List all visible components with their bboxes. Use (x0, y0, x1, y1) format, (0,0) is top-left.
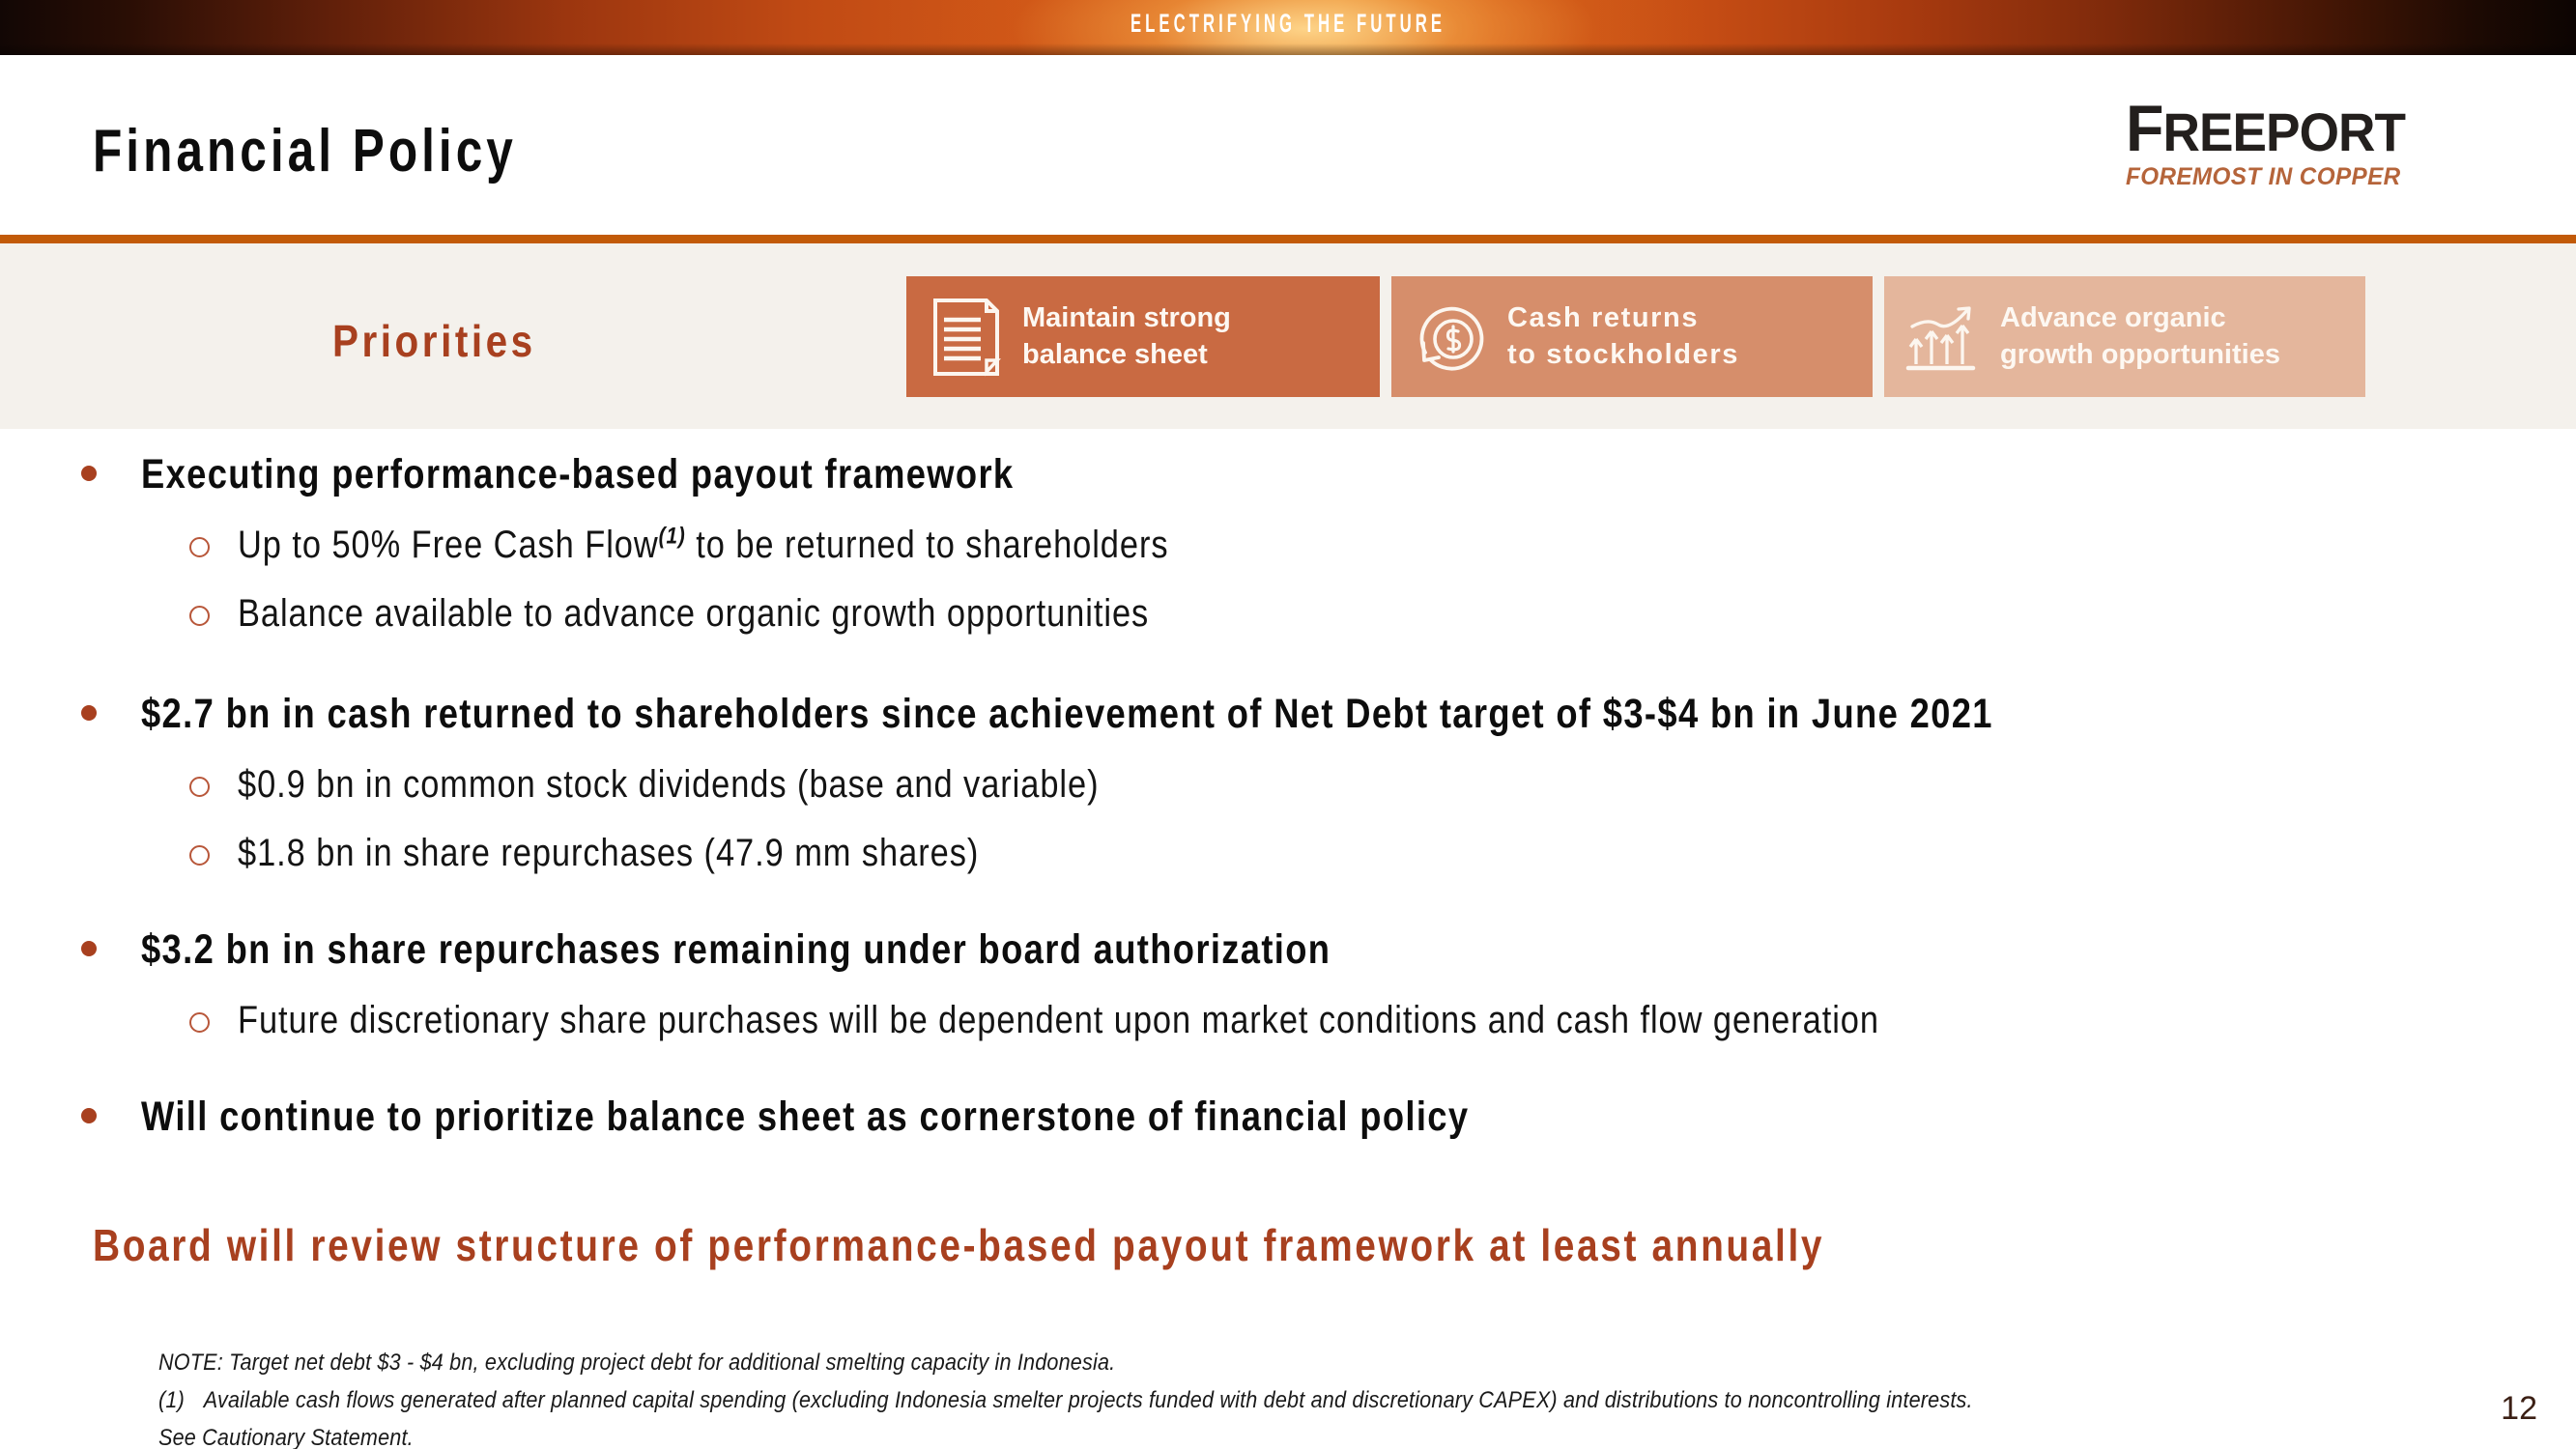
bullet-level2-text: $0.9 bn in common stock dividends (base … (238, 763, 1100, 807)
bullet-level1-text: Will continue to prioritize balance shee… (141, 1094, 1470, 1141)
bullet-level2-text: Future discretionary share purchases wil… (238, 999, 1879, 1042)
footnotes: NOTE: Target net debt $3 - $4 bn, exclud… (158, 1345, 1973, 1449)
document-lines-icon (926, 295, 1007, 380)
priority-boxes: Maintain strong balance sheet Cash retur… (906, 276, 2365, 397)
bullet-level2-text: Up to 50% Free Cash Flow(1) to be return… (238, 524, 1169, 567)
priority-box-balance-sheet[interactable]: Maintain strong balance sheet (906, 276, 1380, 397)
footnote-1: (1) Available cash flows generated after … (158, 1382, 1973, 1420)
cash-return-circle-icon (1411, 295, 1492, 380)
page-title: Financial Policy (93, 118, 517, 185)
footnote-1-marker: (1) (158, 1386, 185, 1413)
bullet-level2-text: $1.8 bn in share repurchases (47.9 mm sh… (238, 832, 980, 875)
bullet-ring-icon (189, 1012, 210, 1034)
priorities-band: Priorities Maintain strong balance sheet… (0, 243, 2576, 429)
title-row: Financial Policy FREEPORT FOREMOST IN CO… (0, 55, 2576, 237)
logo-tagline: FOREMOST IN COPPER (2126, 163, 2401, 190)
bullet-level1-text: $3.2 bn in share repurchases remaining u… (141, 925, 1331, 973)
bullet-level2-text: Balance available to advance organic gro… (238, 592, 1150, 636)
bullet-level1: $3.2 bn in share repurchases remaining u… (0, 920, 2576, 980)
bullet-ring-icon (189, 777, 210, 798)
freeport-logo: FREEPORT FOREMOST IN COPPER (2126, 96, 2512, 191)
priority-box-organic-growth[interactable]: Advance organic growth opportunities (1884, 276, 2365, 397)
bullet-ring-icon (189, 845, 210, 867)
bullet-level1: Will continue to prioritize balance shee… (0, 1087, 2576, 1147)
page-number: 12 (2501, 1390, 2537, 1427)
logo-rest-letters: REEPORT (2162, 101, 2406, 162)
bullet-dot-icon (81, 466, 97, 481)
priority-box-cash-returns[interactable]: Cash returns to stockholders (1391, 276, 1873, 397)
growth-arrows-chart-icon (1903, 295, 1985, 380)
accent-divider (0, 235, 2576, 243)
bullet-dot-icon (81, 704, 97, 721)
footnote-note: NOTE: Target net debt $3 - $4 bn, exclud… (158, 1350, 1116, 1376)
footnote-cautionary: See Cautionary Statement. (158, 1424, 414, 1449)
footnote-1-text: Available cash flows generated after pla… (203, 1386, 1973, 1413)
bullet-level1-text: Executing performance-based payout frame… (141, 451, 1015, 497)
logo-cap-letter: F (2126, 92, 2163, 165)
bullet-level1: $2.7 bn in cash returned to shareholders… (0, 684, 2576, 744)
priority-box-label: Advance organic growth opportunities (2000, 301, 2280, 370)
priorities-label: Priorities (332, 316, 536, 366)
bullet-group: $2.7 bn in cash returned to shareholders… (0, 684, 2576, 881)
bullet-group: Will continue to prioritize balance shee… (0, 1087, 2576, 1147)
bullet-dot-icon (81, 940, 97, 956)
bullet-group: $3.2 bn in share repurchases remaining u… (0, 920, 2576, 1048)
logo-wordmark: FREEPORT (2126, 96, 2493, 161)
top-banner: ELECTRIFYING THE FUTURE (0, 0, 2576, 55)
banner-tagline: ELECTRIFYING THE FUTURE (1130, 9, 1446, 38)
highlight-statement: Board will review structure of performan… (93, 1220, 1825, 1270)
bullet-level2: Future discretionary share purchases wil… (0, 993, 2576, 1048)
bullet-level2: $1.8 bn in share repurchases (47.9 mm sh… (0, 826, 2576, 881)
bullet-body: Executing performance-based payout frame… (0, 444, 2576, 1185)
footnote-ref: (1) (658, 524, 686, 551)
bullet-group: Executing performance-based payout frame… (0, 444, 2576, 641)
priority-box-label: Cash returns to stockholders (1507, 301, 1739, 370)
bullet-level1-text: $2.7 bn in cash returned to shareholders… (141, 690, 1993, 737)
bullet-level2: Up to 50% Free Cash Flow(1) to be return… (0, 518, 2576, 573)
bullet-level1: Executing performance-based payout frame… (0, 444, 2576, 504)
bullet-ring-icon (189, 606, 210, 627)
priority-box-label: Maintain strong balance sheet (1022, 301, 1231, 370)
bullet-level2: $0.9 bn in common stock dividends (base … (0, 757, 2576, 812)
bullet-ring-icon (189, 537, 210, 558)
bullet-dot-icon (81, 1108, 97, 1124)
bullet-level2: Balance available to advance organic gro… (0, 586, 2576, 641)
slide: ELECTRIFYING THE FUTURE Financial Policy… (0, 0, 2576, 1449)
